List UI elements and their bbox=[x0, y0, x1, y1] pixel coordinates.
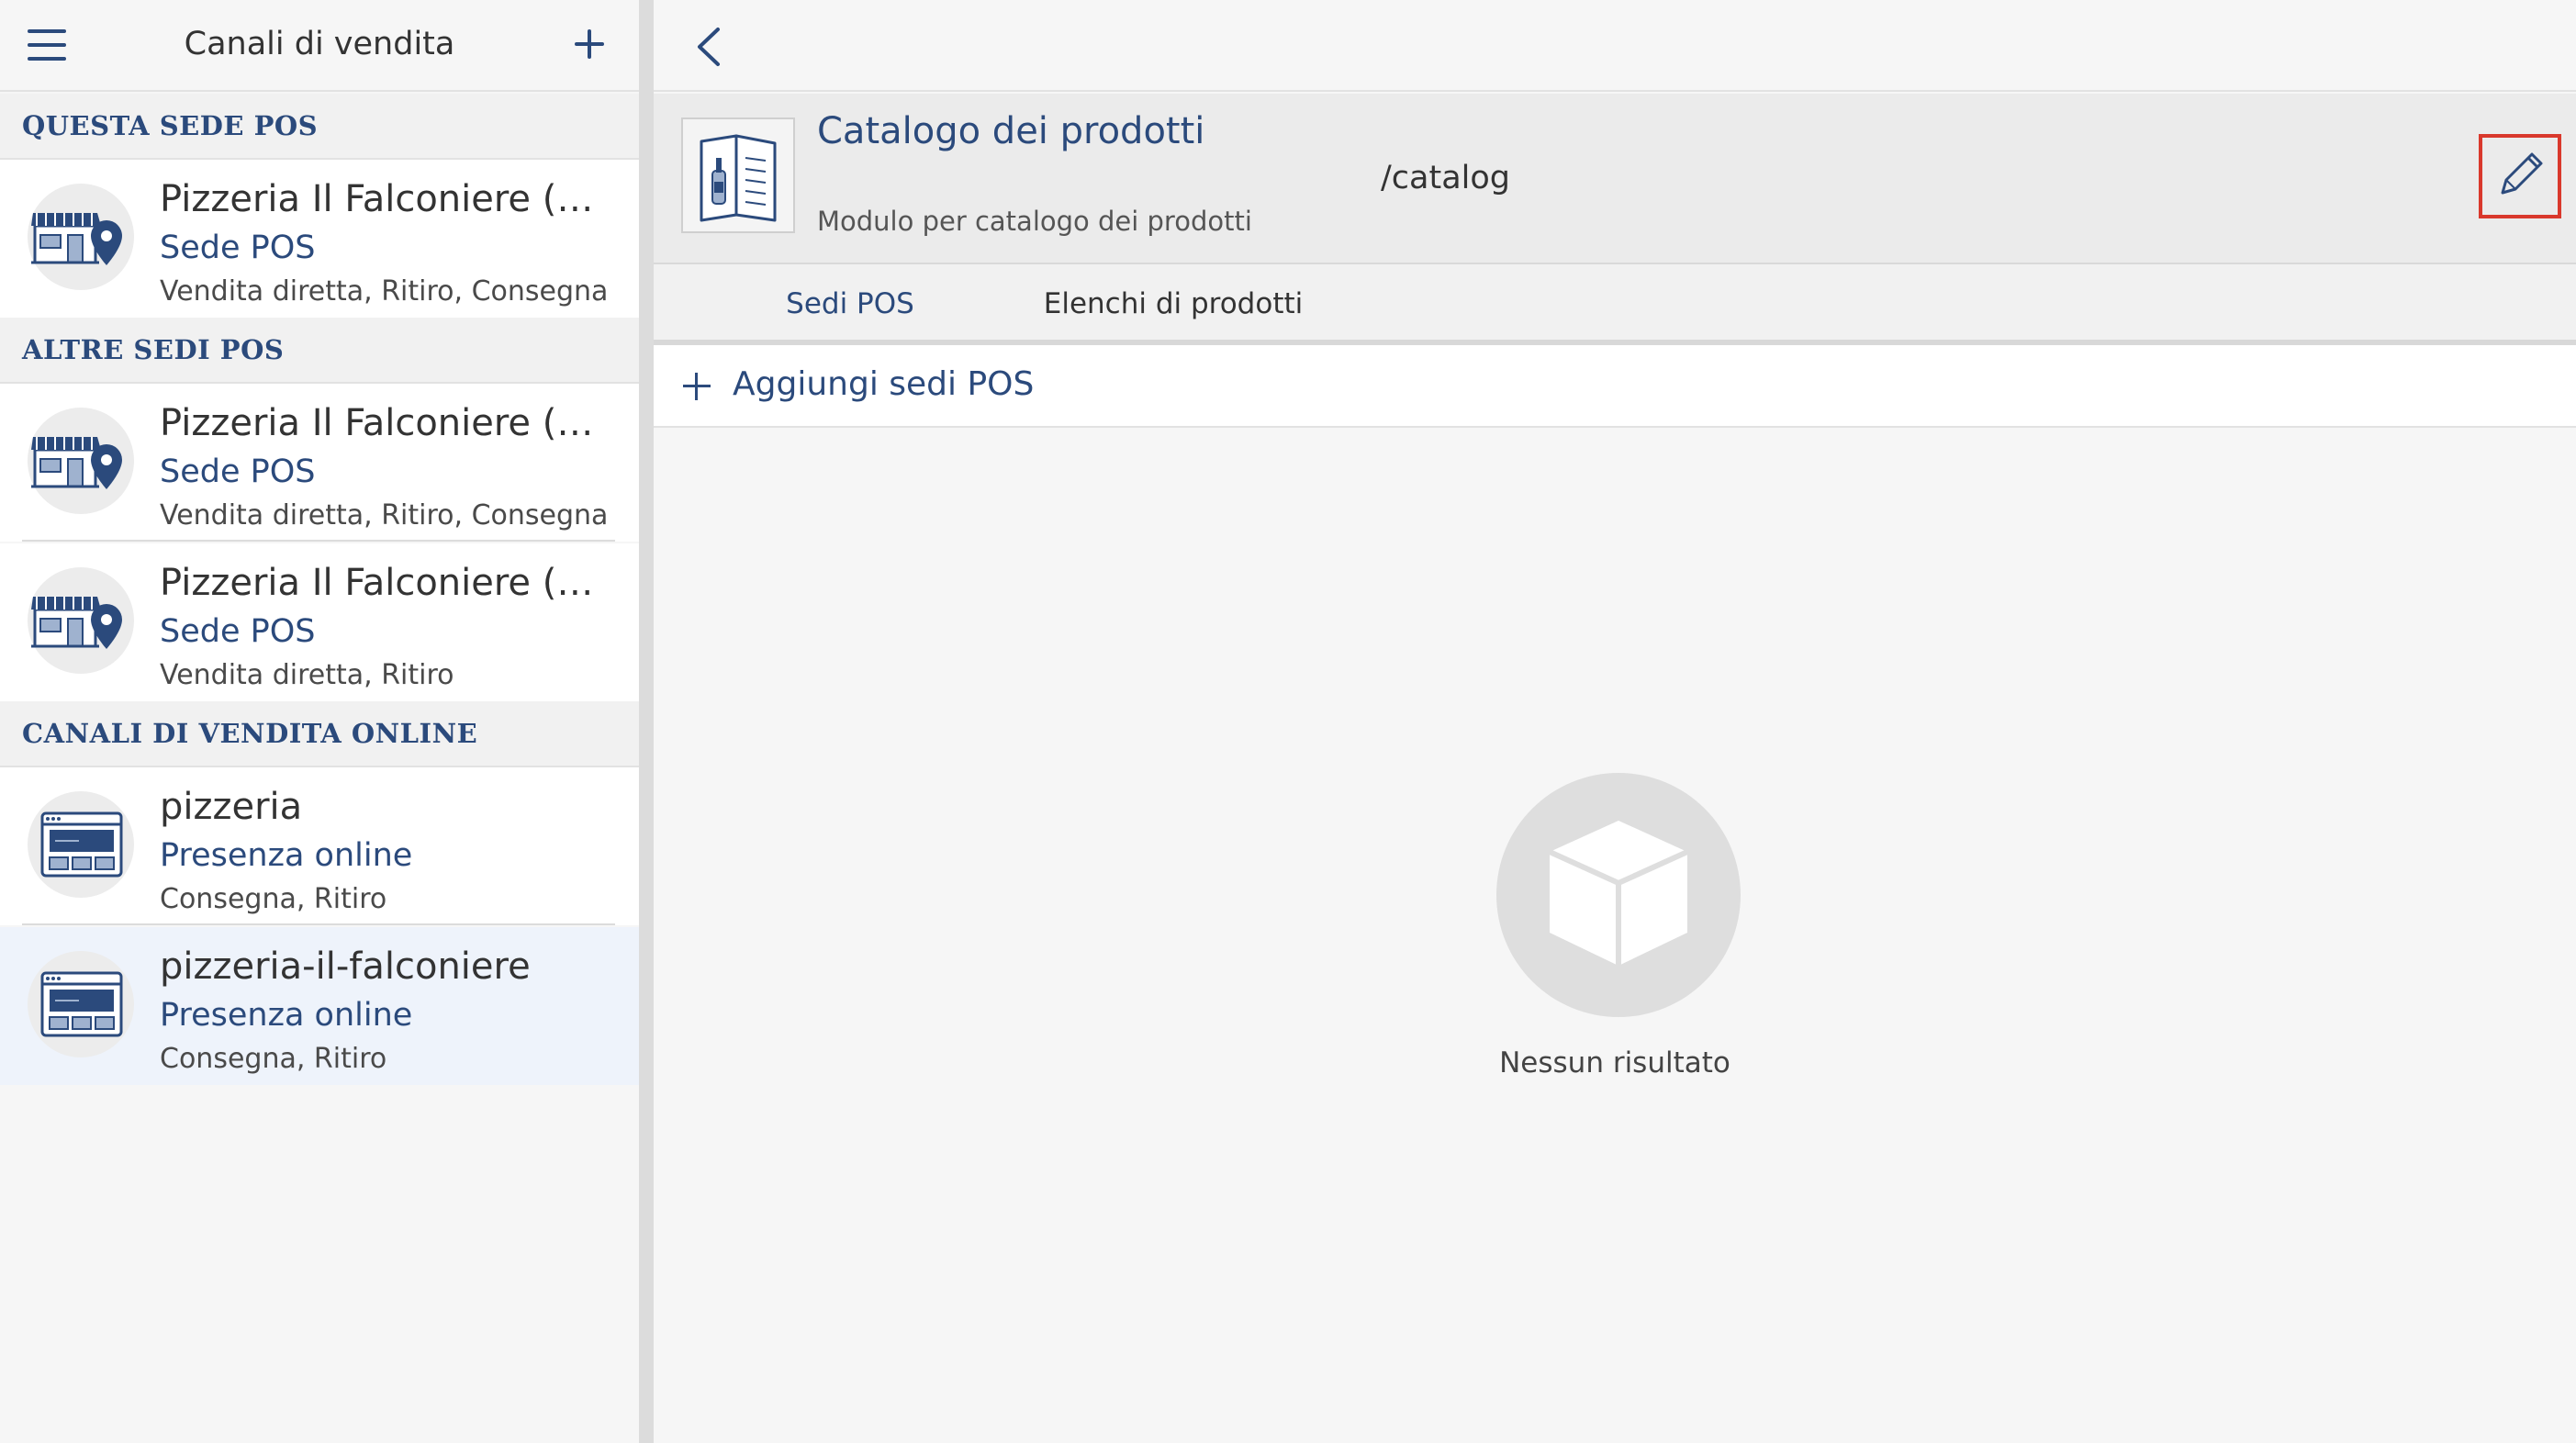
module-path: /catalog bbox=[1381, 160, 1511, 196]
add-pos-label: Aggiungi sedi POS bbox=[733, 365, 1035, 403]
add-pos-button[interactable]: Aggiungi sedi POS bbox=[654, 345, 2576, 428]
item-type: Sede POS bbox=[160, 613, 316, 650]
hamburger-menu-icon[interactable] bbox=[28, 29, 66, 61]
section-label: CANALI DI VENDITA ONLINE bbox=[22, 718, 478, 749]
plus-icon bbox=[683, 373, 711, 400]
item-title: pizzeria bbox=[160, 786, 303, 828]
catalog-menu-icon bbox=[681, 117, 795, 233]
row-divider bbox=[22, 923, 615, 925]
item-description: Vendita diretta, Ritiro bbox=[160, 659, 454, 691]
sidebar-item-pizzeria[interactable]: pizzeria Presenza online Consegna, Ritir… bbox=[0, 767, 639, 925]
item-type: Sede POS bbox=[160, 453, 316, 490]
main-header bbox=[654, 0, 2576, 92]
sidebar-title: Canali di vendita bbox=[184, 26, 455, 62]
item-description: Vendita diretta, Ritiro, Consegna bbox=[160, 275, 609, 308]
sidebar-item-falconiere-b[interactable]: Pizzeria Il Falconiere (B... Sede POS Ve… bbox=[0, 384, 639, 542]
item-title: pizzeria-il-falconiere bbox=[160, 945, 531, 988]
website-icon bbox=[28, 951, 134, 1057]
tab-sedi-pos[interactable]: Sedi POS bbox=[689, 264, 1012, 351]
sidebar: Canali di vendita QUESTA SEDE POS Pizzer… bbox=[0, 0, 639, 1443]
item-description: Consegna, Ritiro bbox=[160, 1043, 387, 1075]
store-location-icon bbox=[28, 567, 134, 674]
row-divider bbox=[22, 540, 615, 542]
item-description: Consegna, Ritiro bbox=[160, 883, 387, 915]
sidebar-item-falconiere-m[interactable]: Pizzeria Il Falconiere (M... Sede POS Ve… bbox=[0, 160, 639, 318]
item-title: Pizzeria Il Falconiere (M... bbox=[160, 178, 610, 220]
empty-state-text: Nessun risultato bbox=[1499, 1046, 1730, 1079]
item-type: Sede POS bbox=[160, 229, 316, 266]
module-description: Modulo per catalogo dei prodotti bbox=[817, 206, 1252, 237]
item-description: Vendita diretta, Ritiro, Consegna bbox=[160, 499, 609, 531]
sidebar-header: Canali di vendita bbox=[0, 0, 639, 92]
item-title: Pizzeria Il Falconiere (Ve... bbox=[160, 562, 610, 604]
add-channel-icon[interactable] bbox=[569, 24, 610, 64]
section-header-this-pos: QUESTA SEDE POS bbox=[0, 94, 639, 160]
website-icon bbox=[28, 791, 134, 898]
item-title: Pizzeria Il Falconiere (B... bbox=[160, 402, 610, 444]
edit-button[interactable] bbox=[2479, 134, 2561, 218]
sidebar-item-pizzeria-il-falconiere[interactable]: pizzeria-il-falconiere Presenza online C… bbox=[0, 927, 639, 1085]
back-arrow-icon[interactable] bbox=[690, 26, 731, 68]
module-card: Catalogo dei prodotti Modulo per catalog… bbox=[654, 94, 2576, 264]
section-label: ALTRE SEDI POS bbox=[22, 334, 285, 365]
item-type: Presenza online bbox=[160, 837, 413, 874]
section-label: QUESTA SEDE POS bbox=[22, 110, 319, 141]
store-location-icon bbox=[28, 408, 134, 514]
section-header-other-pos: ALTRE SEDI POS bbox=[0, 318, 639, 384]
sidebar-item-falconiere-ve[interactable]: Pizzeria Il Falconiere (Ve... Sede POS V… bbox=[0, 543, 639, 701]
box-icon bbox=[1496, 773, 1741, 1017]
section-header-online-channels: CANALI DI VENDITA ONLINE bbox=[0, 701, 639, 767]
panel-divider[interactable] bbox=[639, 0, 654, 1443]
module-title: Catalogo dei prodotti bbox=[817, 110, 1205, 152]
item-type: Presenza online bbox=[160, 997, 413, 1034]
store-location-icon bbox=[28, 184, 134, 290]
tab-elenchi-prodotti[interactable]: Elenchi di prodotti bbox=[1012, 264, 1335, 345]
pencil-icon bbox=[2501, 152, 2543, 195]
tab-bar: Sedi POS Elenchi di prodotti bbox=[654, 264, 2576, 351]
main-panel: Catalogo dei prodotti Modulo per catalog… bbox=[654, 0, 2576, 1443]
